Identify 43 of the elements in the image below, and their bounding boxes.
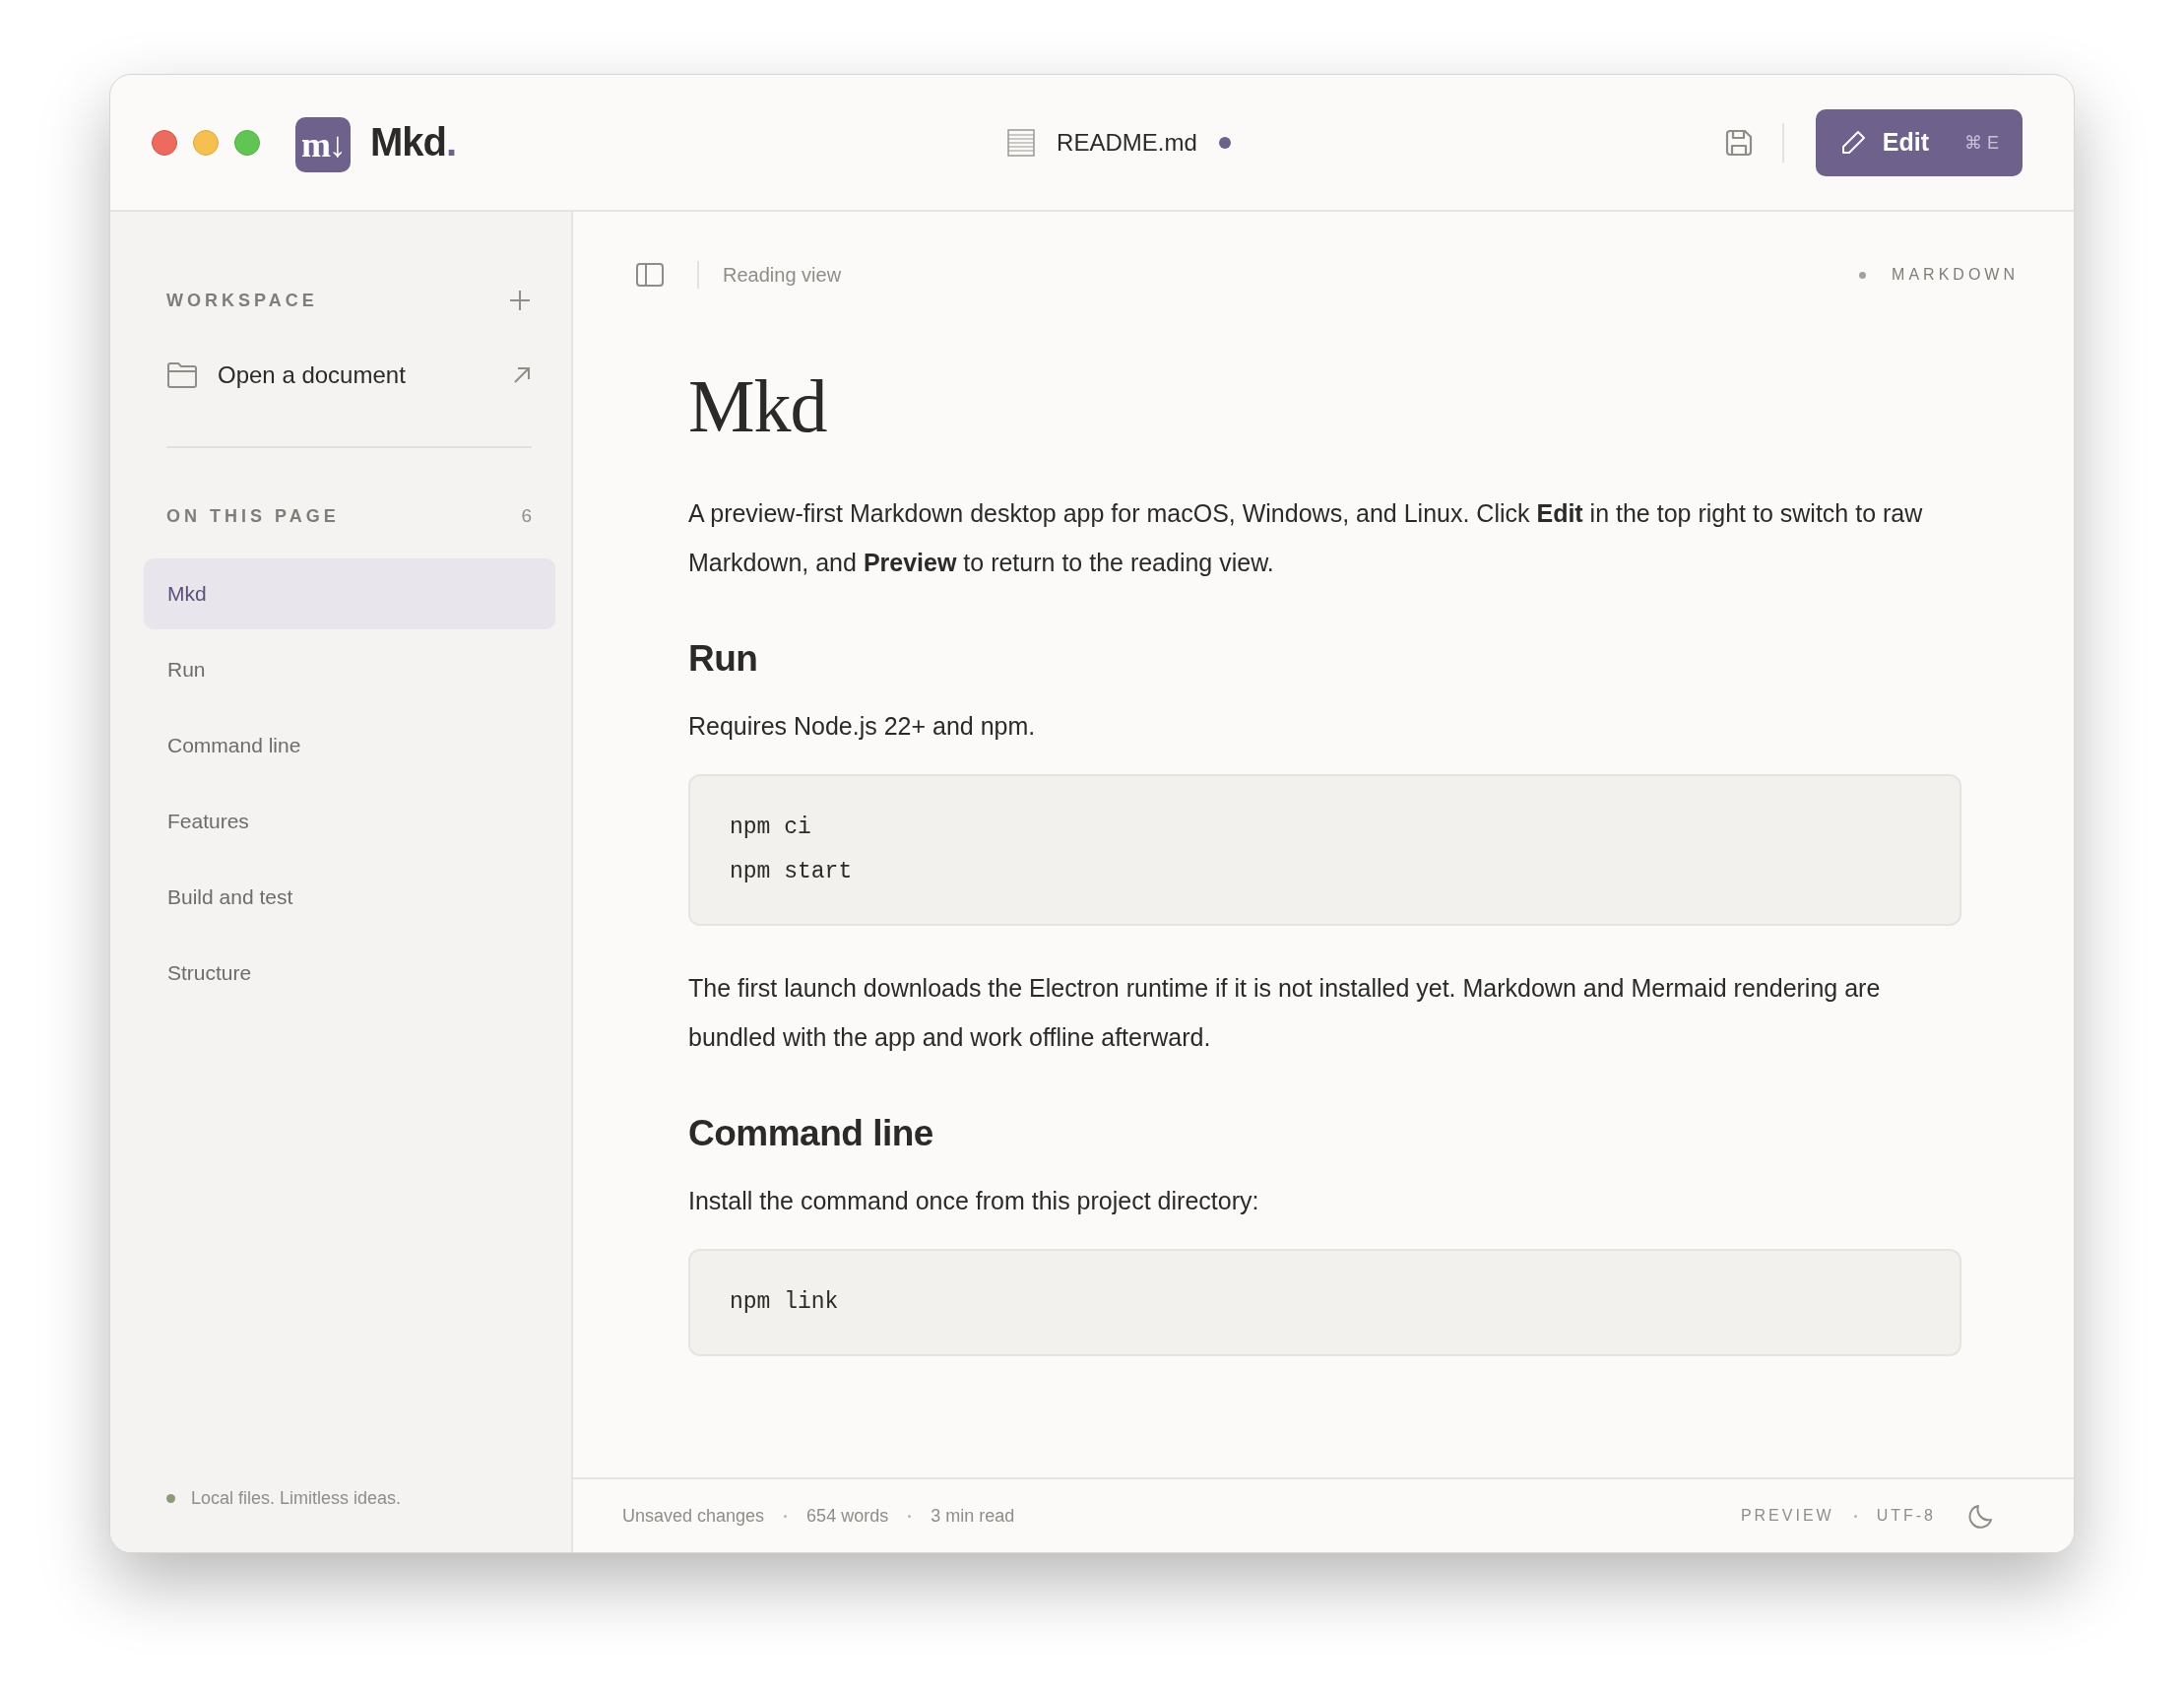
minimize-button[interactable] bbox=[193, 129, 219, 156]
outline-item[interactable]: Features bbox=[144, 786, 555, 857]
paragraph: Requires Node.js 22+ and npm. bbox=[688, 711, 1037, 742]
outline-item[interactable]: Run bbox=[144, 634, 555, 705]
shortcut-hint: ⌘ E bbox=[1964, 131, 1999, 154]
open-document-link[interactable]: Open a document bbox=[166, 361, 532, 389]
add-icon[interactable] bbox=[508, 289, 532, 312]
app-name: Mkd. bbox=[370, 120, 457, 164]
status-text: 3 min read bbox=[931, 1505, 1015, 1527]
section-heading: Run bbox=[688, 638, 759, 680]
code-line: npm start bbox=[730, 858, 854, 886]
code-line: npm link bbox=[730, 1288, 840, 1317]
status-text: PREVIEW bbox=[1740, 1507, 1834, 1525]
status-text: 654 words bbox=[806, 1505, 889, 1527]
document-filename: README.md bbox=[1057, 128, 1197, 157]
app-logo: m↓ bbox=[295, 116, 351, 172]
arrow-up-right-icon bbox=[512, 365, 532, 385]
folder-icon bbox=[166, 361, 198, 389]
section-heading: Command line bbox=[688, 1113, 934, 1154]
outline-item[interactable]: Command line bbox=[144, 710, 555, 781]
edit-button[interactable]: Edit ⌘ E bbox=[1815, 108, 2023, 176]
document-title: Mkd bbox=[688, 363, 828, 449]
tagline: Local files. Limitless ideas. bbox=[191, 1488, 402, 1509]
outline-item[interactable]: Structure bbox=[144, 938, 555, 1009]
section-label: ON THIS PAGE bbox=[166, 505, 340, 527]
view-mode-label: Reading view bbox=[723, 263, 842, 287]
sidebar-toggle-icon[interactable] bbox=[636, 263, 664, 287]
code-line: npm ci bbox=[730, 814, 812, 842]
status-text: UTF-8 bbox=[1876, 1507, 1936, 1525]
heading-count: 6 bbox=[521, 505, 532, 527]
format-dot-icon bbox=[1859, 271, 1867, 279]
paragraph: Install the command once from this project directory: bbox=[688, 1186, 1260, 1216]
outline-item[interactable]: Mkd bbox=[144, 558, 555, 629]
paragraph: A preview-first Markdown desktop app for macOS, Windows, and Linux. Click Edit in the top right to switch to raw Markdown, and Preview to return to the reading view. bbox=[688, 498, 1924, 578]
format-label: MARKDOWN bbox=[1892, 266, 2019, 284]
status-dot-icon bbox=[166, 1494, 175, 1503]
zoom-button[interactable] bbox=[234, 129, 260, 156]
outline-item[interactable]: Build and test bbox=[144, 862, 555, 933]
close-button[interactable] bbox=[152, 129, 177, 156]
paragraph: The first launch downloads the Electron runtime if it is not installed yet. Markdown and Mermaid rendering are bundled with the app and work offline afterward. bbox=[688, 973, 1882, 1053]
document-icon bbox=[1007, 128, 1036, 157]
section-label: WORKSPACE bbox=[166, 290, 318, 311]
status-text: Unsaved changes bbox=[622, 1505, 765, 1527]
